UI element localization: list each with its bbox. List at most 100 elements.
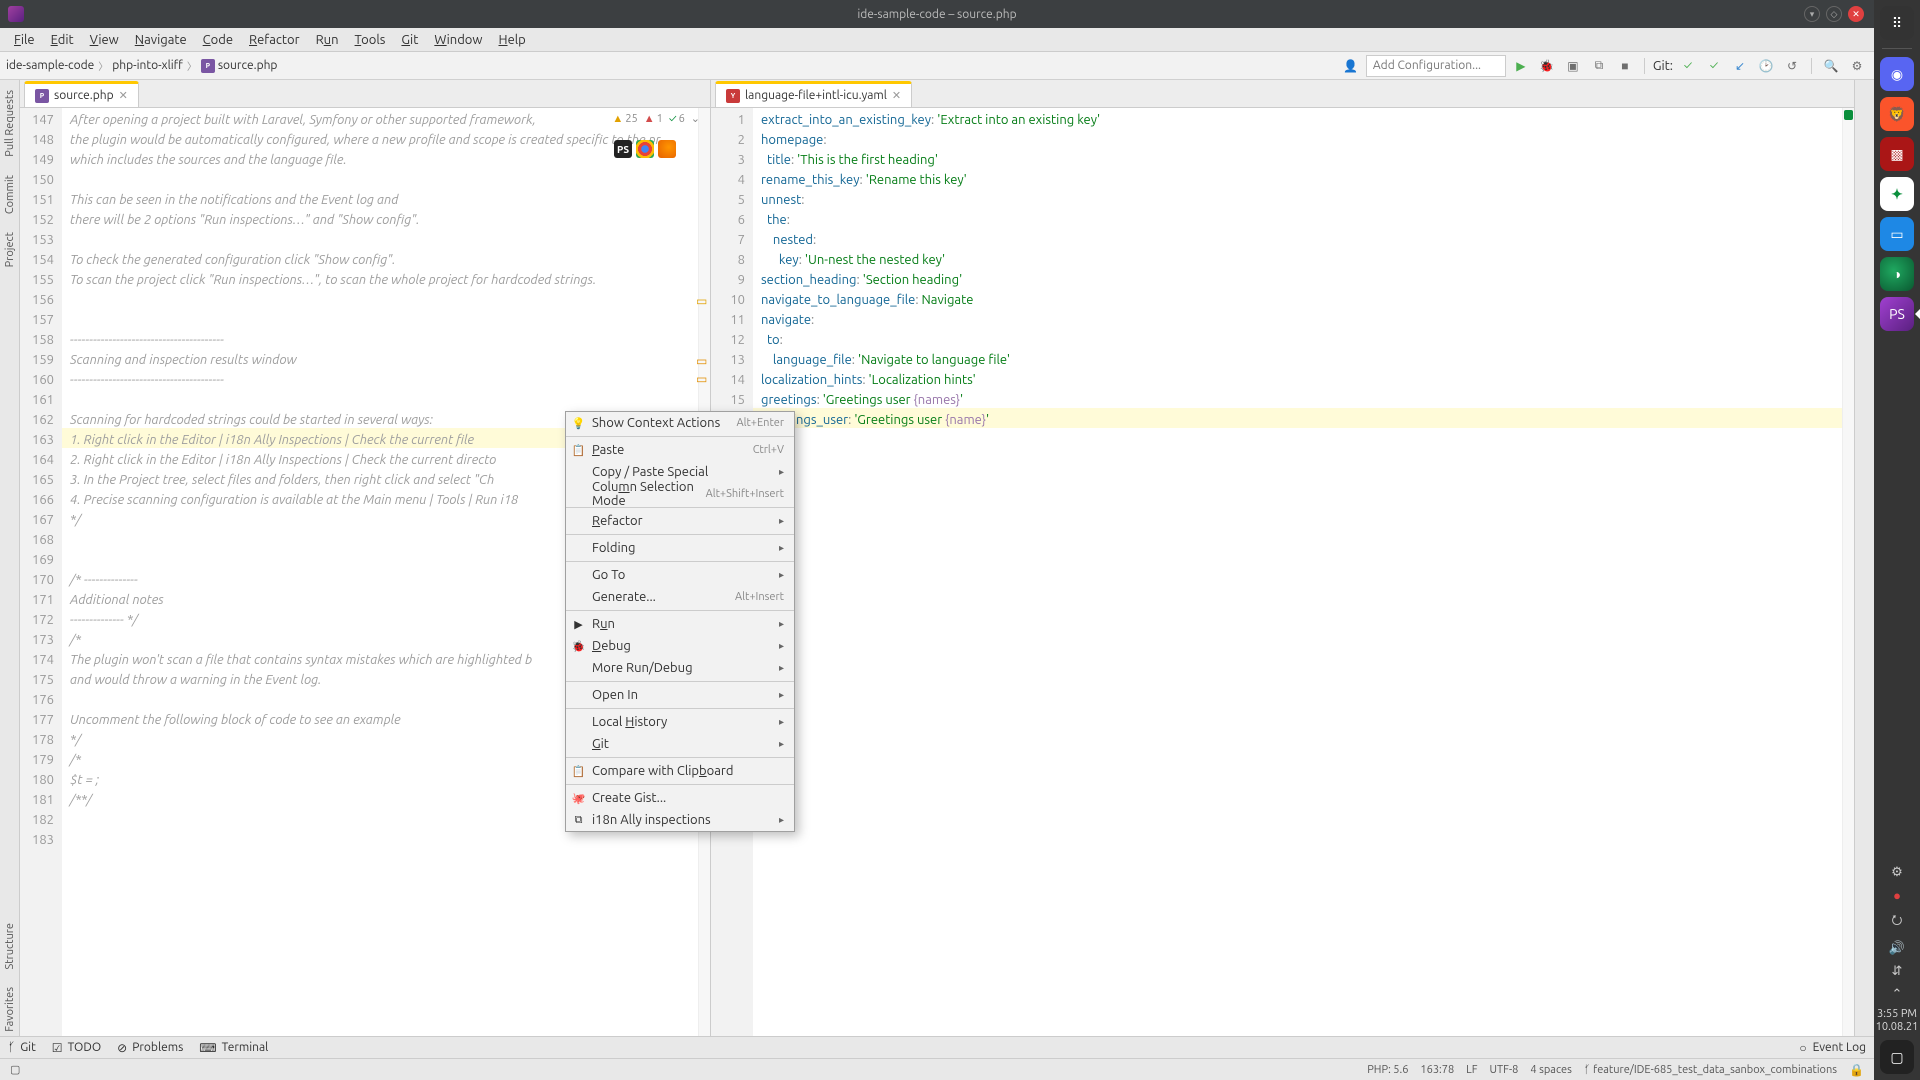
dock-app-red-icon[interactable]: ▩: [1880, 137, 1914, 171]
context-menu-item[interactable]: Open In▸: [566, 684, 794, 706]
git-rollback-icon[interactable]: ↺: [1781, 55, 1803, 77]
toolwindow-terminal[interactable]: ⌨Terminal: [199, 1041, 268, 1055]
dock-phpstorm-icon[interactable]: PS: [1880, 297, 1914, 331]
toolwindow-commit[interactable]: Commit: [4, 171, 16, 218]
git-commit-icon[interactable]: ✓: [1677, 55, 1699, 77]
show-toolwindows-icon[interactable]: ▢: [10, 1063, 20, 1076]
status-php-version[interactable]: PHP: 5.6: [1367, 1064, 1408, 1076]
toolwindow-pull-requests[interactable]: Pull Requests: [4, 86, 16, 161]
context-menu-item[interactable]: 📋Compare with Clipboard: [566, 760, 794, 782]
right-code-editor[interactable]: 12345678910111213141516 extract_into_an_…: [711, 108, 1854, 1036]
close-tab-icon[interactable]: ✕: [119, 89, 128, 102]
tray-settings-icon[interactable]: ⚙: [1891, 865, 1903, 880]
toolwindow-project[interactable]: Project: [4, 228, 16, 271]
menu-tools[interactable]: Tools: [347, 31, 394, 49]
left-tool-window-bar: Pull Requests Commit Project Structure F…: [0, 80, 20, 1036]
coverage-button[interactable]: ▣: [1562, 55, 1584, 77]
open-in-browser-icons[interactable]: PS: [614, 140, 676, 158]
menu-help[interactable]: Help: [491, 31, 534, 49]
context-menu-item[interactable]: 📋PasteCtrl+V: [566, 439, 794, 461]
status-line-separator[interactable]: LF: [1466, 1064, 1477, 1076]
context-menu-item[interactable]: 💡Show Context ActionsAlt+Enter: [566, 412, 794, 434]
tray-network-icon[interactable]: ⇵: [1892, 964, 1903, 979]
toolwindow-todo[interactable]: ☑TODO: [52, 1041, 101, 1055]
context-menu-item[interactable]: Go To▸: [566, 564, 794, 586]
breadcrumb[interactable]: ide-sample-code 〉 php-into-xliff 〉 Psour…: [6, 58, 277, 73]
dock-meet-icon[interactable]: ✦: [1880, 177, 1914, 211]
context-menu-item[interactable]: 🐞Debug▸: [566, 635, 794, 657]
context-menu-item[interactable]: Git▸: [566, 733, 794, 755]
menu-run[interactable]: Run: [308, 31, 347, 49]
menu-view[interactable]: View: [82, 31, 127, 49]
maximize-button[interactable]: ◇: [1826, 6, 1842, 22]
tray-more-icon[interactable]: ⌃: [1892, 987, 1903, 1002]
ok-icon: ✓: [669, 113, 677, 125]
context-menu-item[interactable]: 🐙Create Gist...: [566, 787, 794, 809]
editor-tab-yaml[interactable]: Y language-file+intl-icu.yaml ✕: [715, 81, 912, 107]
firefox-icon[interactable]: [658, 140, 676, 158]
profiler-button[interactable]: ⧉: [1588, 55, 1610, 77]
dock-show-desktop-icon[interactable]: ▢: [1880, 1040, 1914, 1074]
tray-volume-icon[interactable]: 🔊: [1889, 941, 1905, 956]
run-configuration-selector[interactable]: Add Configuration...: [1366, 55, 1506, 77]
git-history-icon[interactable]: 🕑: [1755, 55, 1777, 77]
menu-code[interactable]: Code: [195, 31, 241, 49]
user-icon[interactable]: 👤: [1340, 55, 1362, 77]
toolwindow-structure[interactable]: Structure: [4, 919, 16, 974]
context-menu-item[interactable]: More Run/Debug▸: [566, 657, 794, 679]
status-indent[interactable]: 4 spaces: [1530, 1064, 1572, 1076]
run-icon: ▶: [571, 617, 586, 632]
context-menu-item[interactable]: Generate...Alt+Insert: [566, 586, 794, 608]
tray-record-icon[interactable]: ●: [1893, 888, 1901, 903]
close-button[interactable]: ✕: [1848, 6, 1864, 22]
toolwindow-git[interactable]: ᚶGit: [8, 1041, 36, 1054]
search-everywhere-icon[interactable]: 🔍: [1820, 55, 1842, 77]
inspection-badges[interactable]: ▲25 ▲1 ✓6 ⌄: [612, 112, 700, 125]
menu-window[interactable]: Window: [426, 31, 490, 49]
chevron-down-icon[interactable]: ⌄: [691, 112, 700, 125]
git-push-icon[interactable]: ✓: [1703, 55, 1725, 77]
minimize-button[interactable]: ▾: [1804, 6, 1820, 22]
close-tab-icon[interactable]: ✕: [892, 89, 901, 102]
system-tray[interactable]: ⚙ ● ⭮ 🔊 ⇵ ⌃: [1889, 865, 1905, 1002]
context-menu-item[interactable]: Refactor▸: [566, 510, 794, 532]
chrome-icon[interactable]: [636, 140, 654, 158]
menu-git[interactable]: Git: [393, 31, 426, 49]
context-menu-item[interactable]: ▶Run▸: [566, 613, 794, 635]
context-menu-item[interactable]: Local History▸: [566, 711, 794, 733]
git-update-icon[interactable]: ↙: [1729, 55, 1751, 77]
dock-globe-icon[interactable]: ◑: [1880, 257, 1914, 291]
dock-clock[interactable]: 3:55 PM 10.08.21: [1876, 1008, 1919, 1034]
breadcrumb-project[interactable]: ide-sample-code: [6, 59, 94, 72]
chevron-right-icon: 〉: [187, 58, 197, 73]
dock-grid-icon[interactable]: ⠿: [1880, 6, 1914, 40]
run-button[interactable]: ▶: [1510, 55, 1532, 77]
event-log-bell-icon[interactable]: ○: [1799, 1041, 1806, 1055]
menu-file[interactable]: File: [6, 31, 43, 49]
lock-icon[interactable]: 🔒: [1849, 1063, 1864, 1077]
dock-files-icon[interactable]: ▭: [1880, 217, 1914, 251]
context-menu-item[interactable]: ⧉i18n Ally inspections▸: [566, 809, 794, 831]
phpstorm-preview-icon[interactable]: PS: [614, 140, 632, 158]
settings-icon[interactable]: ⚙: [1846, 55, 1868, 77]
menu-edit[interactable]: Edit: [43, 31, 82, 49]
tray-updates-icon[interactable]: ⭮: [1892, 911, 1903, 933]
breadcrumb-file[interactable]: source.php: [218, 59, 278, 72]
event-log-button[interactable]: Event Log: [1813, 1041, 1866, 1054]
menu-refactor[interactable]: Refactor: [241, 31, 308, 49]
status-git-branch[interactable]: feature/IDE-685_test_data_sanbox_combina…: [1593, 1064, 1837, 1076]
dock-discord-icon[interactable]: ◉: [1880, 57, 1914, 91]
menu-navigate[interactable]: Navigate: [127, 31, 195, 49]
breadcrumb-folder[interactable]: php-into-xliff: [112, 59, 183, 72]
context-menu-item[interactable]: Column Selection ModeAlt+Shift+Insert: [566, 483, 794, 505]
status-encoding[interactable]: UTF-8: [1490, 1064, 1519, 1076]
context-menu-item[interactable]: Folding▸: [566, 537, 794, 559]
dock-brave-icon[interactable]: 🦁: [1880, 97, 1914, 131]
stop-button[interactable]: ■: [1614, 55, 1636, 77]
editor-tab-source[interactable]: P source.php ✕: [24, 81, 139, 107]
error-stripe[interactable]: [1842, 108, 1854, 1036]
debug-button[interactable]: 🐞: [1536, 55, 1558, 77]
toolwindow-problems[interactable]: ⊘Problems: [117, 1041, 183, 1055]
toolwindow-favorites[interactable]: Favorites: [4, 983, 16, 1036]
status-caret-position[interactable]: 163:78: [1420, 1064, 1454, 1076]
